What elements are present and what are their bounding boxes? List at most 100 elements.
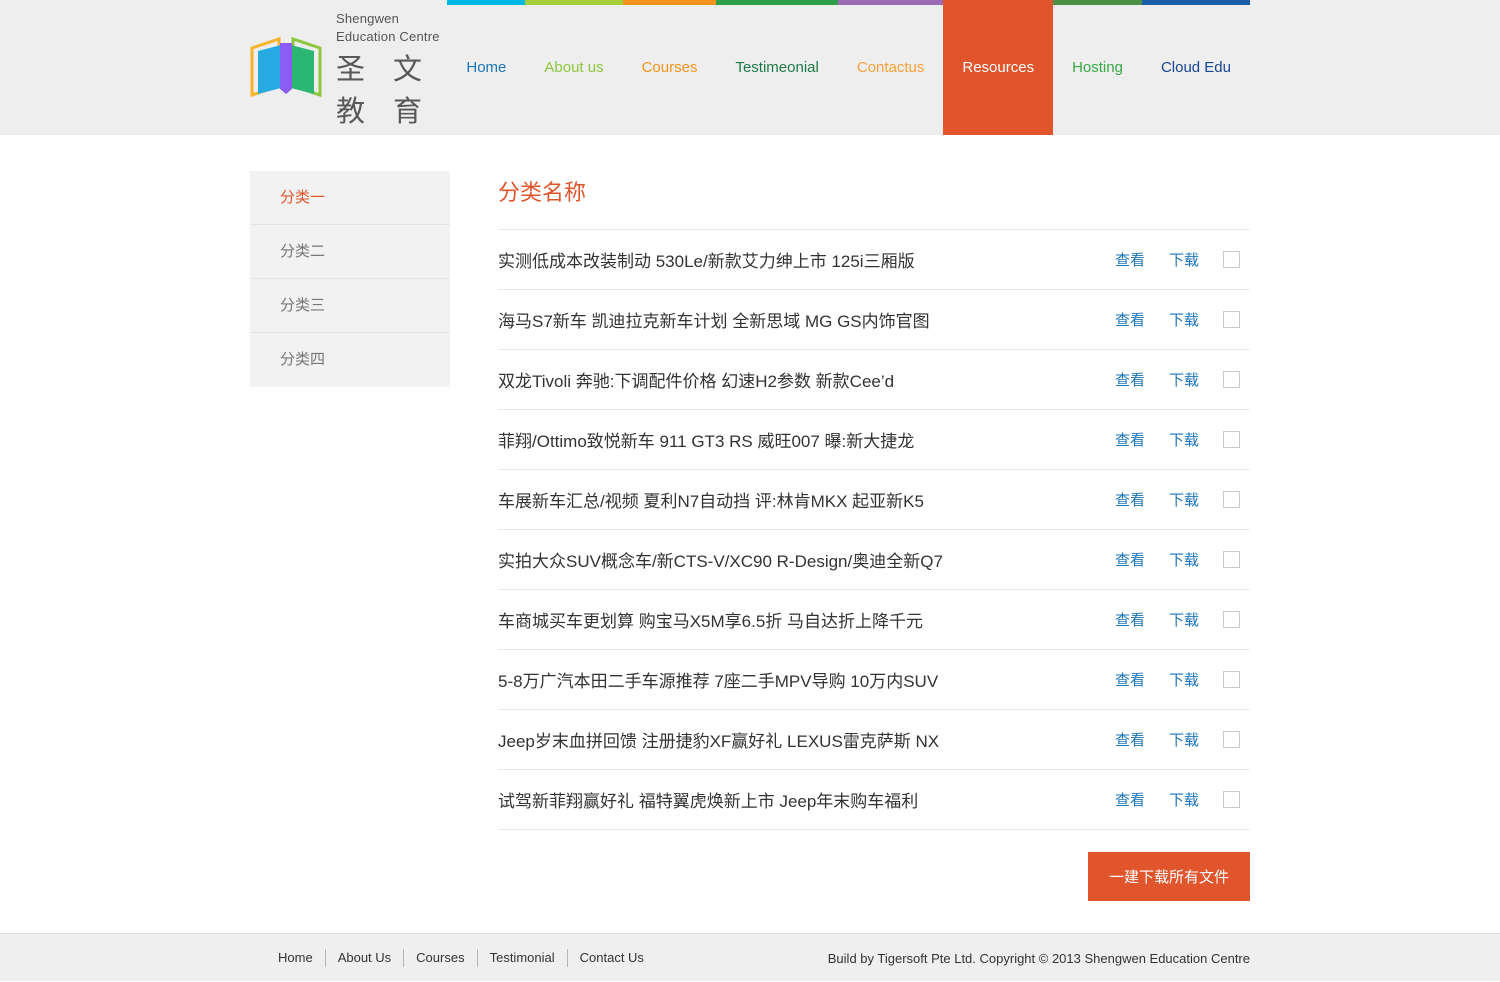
row-title: 实拍大众SUV概念车/新CTS-V/XC90 R-Design/奥迪全新Q7 [498,547,943,572]
row-actions: 查看 下载 [1115,489,1250,510]
download-link[interactable]: 下载 [1169,489,1199,510]
footer-link-testimonial[interactable]: Testimonial [490,950,555,965]
nav-item-strip [838,0,944,5]
nav-item-label: Resources [962,59,1034,76]
row-actions: 查看 下载 [1115,369,1250,390]
nav-item-courses[interactable]: Courses [623,0,717,135]
nav-item-contactus[interactable]: Contactus [838,0,944,135]
view-link[interactable]: 查看 [1115,669,1145,690]
footer-link-home[interactable]: Home [278,950,313,965]
row-title: 试驾新菲翔赢好礼 福特翼虎焕新上市 Jeep年末购车福利 [498,787,918,812]
file-row: Jeep岁末血拼回馈 注册捷豹XF赢好礼 LEXUS雷克萨斯 NX 查看 下载 [498,710,1250,770]
download-link[interactable]: 下载 [1169,249,1199,270]
nav-item-testimeonial[interactable]: Testimeonial [716,0,837,135]
row-checkbox[interactable] [1223,671,1240,688]
row-title: 车商城买车更划算 购宝马X5M享6.5折 马自达折上降千元 [498,607,923,632]
row-actions: 查看 下载 [1115,609,1250,630]
nav-item-label: Courses [642,59,698,76]
file-row: 双龙Tivoli 奔驰:下调配件价格 幻速H2参数 新款Cee’d 查看 下载 [498,350,1250,410]
sidebar-item-3[interactable]: 分类三 [250,279,450,333]
nav-item-hosting[interactable]: Hosting [1053,0,1142,135]
footer-link-courses[interactable]: Courses [416,950,464,965]
row-checkbox[interactable] [1223,251,1240,268]
logo-text: Shengwen Education Centre 圣 文 教 育 [336,10,447,130]
nav-item-label: Contactus [857,59,925,76]
view-link[interactable]: 查看 [1115,549,1145,570]
row-title: Jeep岁末血拼回馈 注册捷豹XF赢好礼 LEXUS雷克萨斯 NX [498,727,939,752]
row-actions: 查看 下载 [1115,309,1250,330]
row-checkbox[interactable] [1223,731,1240,748]
main-content: 分类一分类二分类三分类四 分类名称 实测低成本改装制动 530Le/新款艾力绅上… [0,135,1500,901]
download-link[interactable]: 下载 [1169,429,1199,450]
row-checkbox[interactable] [1223,791,1240,808]
view-link[interactable]: 查看 [1115,789,1145,810]
file-row: 车商城买车更划算 购宝马X5M享6.5折 马自达折上降千元 查看 下载 [498,590,1250,650]
file-row: 菲翔/Ottimo致悦新车 911 GT3 RS 威旺007 曝:新大捷龙 查看… [498,410,1250,470]
row-checkbox[interactable] [1223,371,1240,388]
row-title: 海马S7新车 凯迪拉克新车计划 全新思域 MG GS内饰官图 [498,307,930,332]
nav-item-about-us[interactable]: About us [525,0,622,135]
row-title: 双龙Tivoli 奔驰:下调配件价格 幻速H2参数 新款Cee’d [498,367,894,392]
sidebar-item-2[interactable]: 分类二 [250,225,450,279]
row-actions: 查看 下载 [1115,249,1250,270]
row-actions: 查看 下载 [1115,549,1250,570]
row-checkbox[interactable] [1223,611,1240,628]
row-checkbox[interactable] [1223,311,1240,328]
download-link[interactable]: 下载 [1169,549,1199,570]
nav-item-label: Cloud Edu [1161,59,1231,76]
download-link[interactable]: 下载 [1169,609,1199,630]
nav-item-label: About us [544,59,603,76]
view-link[interactable]: 查看 [1115,729,1145,750]
row-checkbox[interactable] [1223,431,1240,448]
view-link[interactable]: 查看 [1115,369,1145,390]
main-nav: Home About us Courses Testimeonial Conta… [447,0,1250,135]
footer-link-about-us[interactable]: About Us [338,950,391,965]
logo: Shengwen Education Centre 圣 文 教 育 [250,0,447,135]
file-row: 实测低成本改装制动 530Le/新款艾力绅上市 125i三厢版 查看 下载 [498,230,1250,290]
row-title: 实测低成本改装制动 530Le/新款艾力绅上市 125i三厢版 [498,247,915,272]
file-list: 实测低成本改装制动 530Le/新款艾力绅上市 125i三厢版 查看 下载 海马… [498,229,1250,830]
open-book-logo-icon [250,36,322,103]
download-link[interactable]: 下载 [1169,729,1199,750]
row-actions: 查看 下载 [1115,729,1250,750]
row-title: 菲翔/Ottimo致悦新车 911 GT3 RS 威旺007 曝:新大捷龙 [498,427,914,452]
sidebar-item-4[interactable]: 分类四 [250,333,450,387]
view-link[interactable]: 查看 [1115,609,1145,630]
view-link[interactable]: 查看 [1115,429,1145,450]
cn-name: 圣 文 教 育 [336,46,447,130]
content-panel: 分类名称 实测低成本改装制动 530Le/新款艾力绅上市 125i三厢版 查看 … [498,171,1250,901]
footer-link-contact-us[interactable]: Contact Us [580,950,644,965]
nav-item-strip [716,0,837,5]
row-actions: 查看 下载 [1115,669,1250,690]
download-link[interactable]: 下载 [1169,369,1199,390]
download-link[interactable]: 下载 [1169,789,1199,810]
nav-item-label: Home [466,59,506,76]
row-actions: 查看 下载 [1115,789,1250,810]
row-checkbox[interactable] [1223,551,1240,568]
view-link[interactable]: 查看 [1115,249,1145,270]
view-link[interactable]: 查看 [1115,309,1145,330]
file-row: 试驾新菲翔赢好礼 福特翼虎焕新上市 Jeep年末购车福利 查看 下载 [498,770,1250,830]
nav-item-home[interactable]: Home [447,0,525,135]
nav-item-resources[interactable]: Resources [943,0,1053,135]
file-row: 实拍大众SUV概念车/新CTS-V/XC90 R-Design/奥迪全新Q7 查… [498,530,1250,590]
file-row: 海马S7新车 凯迪拉克新车计划 全新思域 MG GS内饰官图 查看 下载 [498,290,1250,350]
download-all-button[interactable]: 一建下载所有文件 [1088,852,1250,901]
download-link[interactable]: 下载 [1169,309,1199,330]
row-actions: 查看 下载 [1115,429,1250,450]
category-sidebar: 分类一分类二分类三分类四 [250,171,450,387]
row-checkbox[interactable] [1223,491,1240,508]
footer-links: Home About Us Courses Testimonial Contact Us [250,949,656,967]
nav-item-label: Testimeonial [735,59,818,76]
download-link[interactable]: 下载 [1169,669,1199,690]
nav-item-label: Hosting [1072,59,1123,76]
header: Shengwen Education Centre 圣 文 教 育 Home A… [0,0,1500,135]
nav-item-strip [525,0,622,5]
sidebar-item-1[interactable]: 分类一 [250,171,450,225]
nav-item-strip [623,0,717,5]
view-link[interactable]: 查看 [1115,489,1145,510]
nav-item-strip [447,0,525,5]
nav-item-cloud-edu[interactable]: Cloud Edu [1142,0,1250,135]
copyright-text: Build by Tigersoft Pte Ltd. Copyright © … [828,951,1250,966]
row-title: 5-8万广汽本田二手车源推荐 7座二手MPV导购 10万内SUV [498,667,938,692]
